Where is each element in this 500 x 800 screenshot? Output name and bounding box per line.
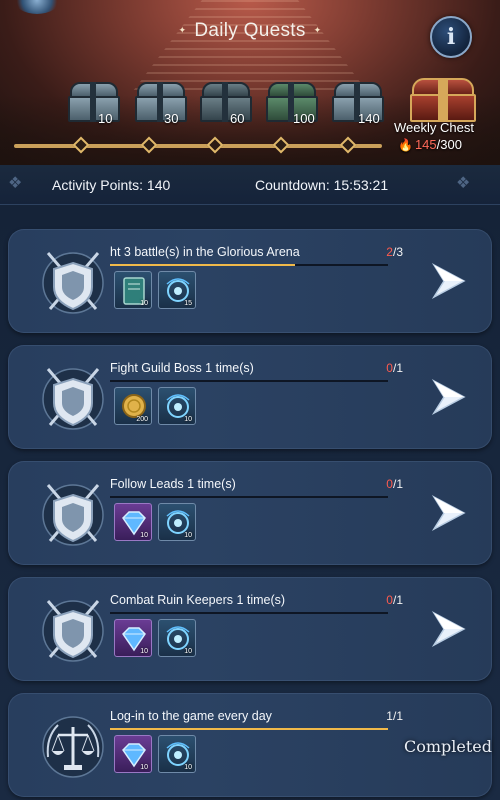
milestone-marker: [72, 136, 90, 154]
quest-title: Log-in to the game every day: [110, 709, 272, 723]
milestone-points: 100: [293, 111, 315, 126]
quest-progress-track: [110, 380, 388, 382]
reward-soul-orb-icon[interactable]: 10: [158, 619, 196, 657]
milestone-points: 10: [98, 111, 113, 126]
milestone-marker: [339, 136, 357, 154]
sparkle-icon: ✦: [313, 25, 322, 35]
go-button[interactable]: [418, 251, 478, 311]
shield-swords-icon: [42, 600, 104, 662]
weekly-total: /300: [436, 137, 462, 152]
quest-title: Fight Guild Boss 1 time(s): [110, 361, 254, 375]
quest-count: 1/1: [386, 709, 403, 723]
quest-progress-track: [110, 496, 388, 498]
reward-qty: 10: [184, 648, 192, 655]
reward-gold-coin-icon[interactable]: 200: [114, 387, 152, 425]
reward-diamond-icon[interactable]: 10: [114, 619, 152, 657]
go-arrow-icon: [431, 263, 466, 299]
quest-count: 2/3: [386, 245, 403, 259]
go-button[interactable]: [418, 483, 478, 543]
quest-title: ht 3 battle(s) in the Glorious Arena: [110, 245, 300, 259]
reward-qty: 10: [184, 416, 192, 423]
reward-book-icon[interactable]: 10: [114, 271, 152, 309]
reward-soul-orb-icon[interactable]: 10: [158, 387, 196, 425]
milestone-marker: [140, 136, 158, 154]
info-button[interactable]: i: [430, 16, 472, 58]
weekly-chest-label: Weekly Chest: [394, 120, 474, 135]
quest-card: Log-in to the game every day 1/1 10 10 C…: [8, 693, 492, 797]
header-banner: ✦ Daily Quests ✦ i 10 30 60 100 140 Week…: [0, 0, 500, 165]
reward-diamond-icon[interactable]: 10: [114, 503, 152, 541]
quest-card: Fight Guild Boss 1 time(s) 0/1 200 10: [8, 345, 492, 449]
quest-title: Combat Ruin Keepers 1 time(s): [110, 593, 286, 607]
go-arrow-icon: [431, 495, 466, 531]
go-button[interactable]: [418, 599, 478, 659]
reward-qty: 10: [184, 764, 192, 771]
quest-title: Follow Leads 1 time(s): [110, 477, 236, 491]
ornament-right-icon: ❖: [456, 175, 471, 192]
reward-soul-orb-icon[interactable]: 10: [158, 503, 196, 541]
reward-qty: 10: [140, 764, 148, 771]
reward-qty: 10: [140, 300, 148, 307]
info-icon: i: [446, 24, 456, 50]
reward-qty: 10: [140, 532, 148, 539]
milestone-marker: [206, 136, 224, 154]
milestone-points: 140: [358, 111, 380, 126]
quest-progress-track: [110, 612, 388, 614]
shield-swords-icon: [42, 484, 104, 546]
ornament-left-icon: ❖: [8, 175, 23, 192]
quest-progress-track: [110, 728, 388, 730]
milestone-track: [14, 144, 382, 148]
reward-qty: 10: [140, 648, 148, 655]
reward-soul-orb-icon[interactable]: 10: [158, 735, 196, 773]
milestone-chests: 10 30 60 100 140 Weekly Chest 🔥 145/300: [0, 78, 500, 158]
weekly-current: 145: [414, 137, 437, 152]
weekly-chest[interactable]: [410, 78, 476, 122]
reward-qty: 200: [136, 416, 148, 423]
weekly-progress: 🔥 145/300: [398, 137, 462, 152]
reward-qty: 15: [184, 300, 192, 307]
go-arrow-icon: [431, 611, 466, 647]
shield-swords-icon: [42, 252, 104, 314]
quest-card: Follow Leads 1 time(s) 0/1 10 10: [8, 461, 492, 565]
quest-count: 0/1: [386, 361, 403, 375]
activity-points: Activity Points: 140: [52, 177, 171, 193]
milestone-marker: [272, 136, 290, 154]
quest-progress-fill: [110, 264, 296, 266]
countdown: Countdown: 15:53:21: [255, 177, 389, 193]
quest-count: 0/1: [386, 593, 403, 607]
quest-progress-fill: [110, 728, 388, 730]
shield-swords-icon: [42, 368, 104, 430]
quest-count: 0/1: [386, 477, 403, 491]
go-button[interactable]: [418, 367, 478, 427]
quest-progress-track: [110, 264, 388, 266]
reward-diamond-icon[interactable]: 10: [114, 735, 152, 773]
reward-soul-orb-icon[interactable]: 15: [158, 271, 196, 309]
sparkle-icon: ✦: [178, 25, 187, 35]
corner-emblem-icon: [14, 0, 60, 14]
stats-bar: ❖ Activity Points: 140 Countdown: 15:53:…: [0, 165, 500, 205]
scales-icon: [42, 716, 104, 778]
page-title: ✦ Daily Quests ✦: [178, 20, 322, 41]
flame-icon: 🔥: [398, 138, 413, 152]
quest-card: Combat Ruin Keepers 1 time(s) 0/1 10 10: [8, 577, 492, 681]
quest-list[interactable]: ht 3 battle(s) in the Glorious Arena 2/3…: [0, 205, 500, 800]
quest-card: ht 3 battle(s) in the Glorious Arena 2/3…: [8, 229, 492, 333]
reward-qty: 10: [184, 532, 192, 539]
go-arrow-icon: [431, 379, 466, 415]
completed-status: Completed: [404, 737, 493, 756]
